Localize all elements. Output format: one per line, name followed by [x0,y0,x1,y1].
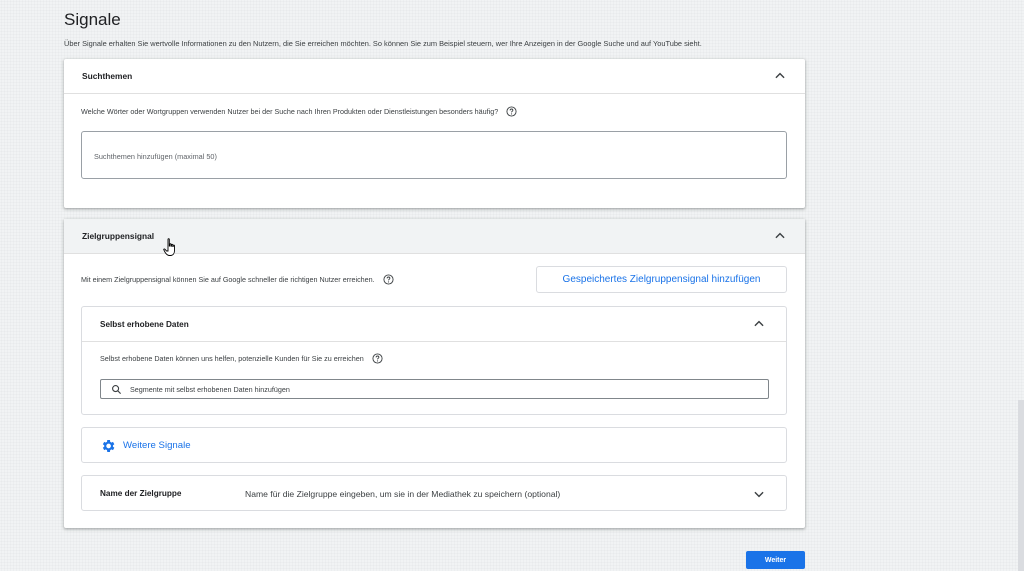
help-icon[interactable] [383,274,394,285]
audience-name-row[interactable]: Name der Zielgruppe Name für die Zielgru… [82,476,786,511]
page-subtitle: Über Signale erhalten Sie wertvolle Info… [64,39,702,48]
more-signals-label: Weitere Signale [123,440,191,451]
gear-icon [102,439,115,452]
more-signals-row[interactable]: Weitere Signale [82,428,786,463]
add-saved-audience-signal-button[interactable]: Gespeichertes Zielgruppensignal hinzufüg… [536,266,787,293]
chevron-up-icon[interactable] [773,69,787,83]
first-party-data-title: Selbst erhobene Daten [100,319,189,329]
search-themes-card: Suchthemen Welche Wörter oder Wortgruppe… [64,59,805,208]
search-themes-question-row: Welche Wörter oder Wortgruppen verwenden… [81,106,517,117]
first-party-data-panel: Selbst erhobene Daten Selbst erhobene Da… [81,306,787,415]
chevron-down-icon[interactable] [752,487,766,501]
audience-name-hint: Name für die Zielgruppe eingeben, um sie… [245,488,561,499]
audience-signal-description-row: Mit einem Zielgruppensignal können Sie a… [81,274,394,285]
next-button[interactable]: Weiter [746,551,805,569]
first-party-data-description-row: Selbst erhobene Daten können uns helfen,… [100,353,383,364]
first-party-data-header[interactable]: Selbst erhobene Daten [82,307,786,342]
page-title: Signale [64,10,121,29]
hand-cursor-icon [163,238,175,256]
audience-signal-description: Mit einem Zielgruppensignal können Sie a… [81,275,375,284]
first-party-segment-input[interactable] [130,384,730,394]
search-themes-header[interactable]: Suchthemen [64,59,805,94]
help-icon[interactable] [506,106,517,117]
help-icon[interactable] [372,353,383,364]
search-icon [112,384,122,394]
chevron-up-icon[interactable] [773,229,787,243]
search-themes-placeholder: Suchthemen hinzufügen (maximal 50) [94,152,217,161]
audience-name-label: Name der Zielgruppe [100,489,182,498]
first-party-segment-search[interactable] [100,379,769,399]
audience-signal-title: Zielgruppensignal [82,231,155,241]
search-themes-title: Suchthemen [82,71,133,81]
page-scrollbar[interactable] [1018,400,1024,571]
audience-name-panel[interactable]: Name der Zielgruppe Name für die Zielgru… [81,475,787,511]
more-signals-panel[interactable]: Weitere Signale [81,427,787,463]
chevron-up-icon[interactable] [752,317,766,331]
audience-signal-card: Zielgruppensignal Mit einem Zielgruppens… [64,219,805,528]
search-themes-input[interactable]: Suchthemen hinzufügen (maximal 50) [81,131,787,179]
first-party-data-description: Selbst erhobene Daten können uns helfen,… [100,354,364,363]
search-themes-question: Welche Wörter oder Wortgruppen verwenden… [81,107,499,116]
